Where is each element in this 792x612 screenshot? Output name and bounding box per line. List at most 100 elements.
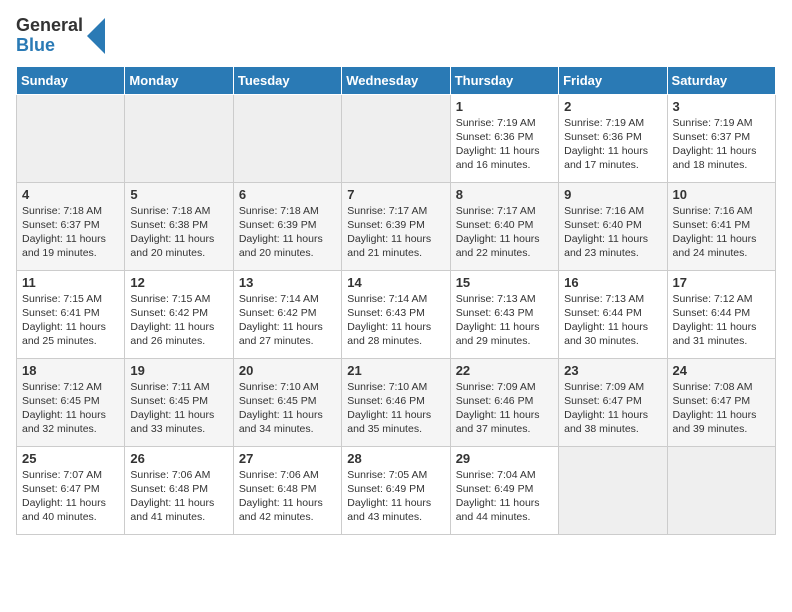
day-of-week-wednesday: Wednesday: [342, 66, 450, 94]
day-cell-5: 5Sunrise: 7:18 AM Sunset: 6:38 PM Daylig…: [125, 182, 233, 270]
day-info: Sunrise: 7:06 AM Sunset: 6:48 PM Dayligh…: [239, 468, 336, 525]
day-cell-7: 7 Sunrise: 7:17 AM Sunset: 6:39 PM Daylig…: [342, 182, 450, 270]
empty-cell: [17, 94, 125, 182]
day-info: Sunrise: 7:19 AM Sunset: 6:36 PM Dayligh…: [564, 116, 661, 173]
day-info: Sunrise: 7:18 AM Sunset: 6:38 PM Dayligh…: [130, 204, 227, 261]
day-of-week-sunday: Sunday: [17, 66, 125, 94]
day-number: 12: [130, 275, 227, 290]
day-cell-9: 9Sunrise: 7:16 AM Sunset: 6:40 PM Daylig…: [559, 182, 667, 270]
day-info: Sunrise: 7:18 AM Sunset: 6:39 PM Dayligh…: [239, 204, 336, 261]
logo: GeneralBlue: [16, 16, 105, 56]
week-row-5: 25 Sunrise: 7:07 AM Sunset: 6:47 PM Dayli…: [17, 446, 776, 534]
day-info: Sunrise: 7:17 AM Sunset: 6:39 PM Dayligh…: [347, 204, 444, 261]
day-of-week-friday: Friday: [559, 66, 667, 94]
day-number: 9: [564, 187, 661, 202]
day-info: Sunrise: 7:09 AM Sunset: 6:46 PM Dayligh…: [456, 380, 553, 437]
day-cell-28: 28Sunrise: 7:05 AM Sunset: 6:49 PM Dayli…: [342, 446, 450, 534]
day-cell-20: 20Sunrise: 7:10 AM Sunset: 6:45 PM Dayli…: [233, 358, 341, 446]
day-of-week-monday: Monday: [125, 66, 233, 94]
day-cell-1: 1 Sunrise: 7:19 AM Sunset: 6:36 PM Daylig…: [450, 94, 558, 182]
week-row-2: 4 Sunrise: 7:18 AM Sunset: 6:37 PM Daylig…: [17, 182, 776, 270]
day-of-week-saturday: Saturday: [667, 66, 775, 94]
day-number: 13: [239, 275, 336, 290]
day-number: 2: [564, 99, 661, 114]
day-info: Sunrise: 7:11 AM Sunset: 6:45 PM Dayligh…: [130, 380, 227, 437]
day-number: 7: [347, 187, 444, 202]
logo-blue: Blue: [16, 36, 83, 56]
day-number: 23: [564, 363, 661, 378]
day-number: 17: [673, 275, 770, 290]
day-info: Sunrise: 7:08 AM Sunset: 6:47 PM Dayligh…: [673, 380, 770, 437]
day-number: 10: [673, 187, 770, 202]
day-cell-2: 2 Sunrise: 7:19 AM Sunset: 6:36 PM Daylig…: [559, 94, 667, 182]
week-row-1: 1 Sunrise: 7:19 AM Sunset: 6:36 PM Daylig…: [17, 94, 776, 182]
day-info: Sunrise: 7:19 AM Sunset: 6:37 PM Dayligh…: [673, 116, 770, 173]
day-number: 16: [564, 275, 661, 290]
day-number: 18: [22, 363, 119, 378]
day-cell-23: 23 Sunrise: 7:09 AM Sunset: 6:47 PM Dayli…: [559, 358, 667, 446]
calendar-table: SundayMondayTuesdayWednesdayThursdayFrid…: [16, 66, 776, 535]
day-cell-22: 22 Sunrise: 7:09 AM Sunset: 6:46 PM Dayli…: [450, 358, 558, 446]
day-info: Sunrise: 7:14 AM Sunset: 6:42 PM Dayligh…: [239, 292, 336, 349]
day-info: Sunrise: 7:15 AM Sunset: 6:41 PM Dayligh…: [22, 292, 119, 349]
day-cell-29: 29 Sunrise: 7:04 AM Sunset: 6:49 PM Dayli…: [450, 446, 558, 534]
day-cell-19: 19 Sunrise: 7:11 AM Sunset: 6:45 PM Dayli…: [125, 358, 233, 446]
day-cell-14: 14Sunrise: 7:14 AM Sunset: 6:43 PM Dayli…: [342, 270, 450, 358]
day-cell-25: 25 Sunrise: 7:07 AM Sunset: 6:47 PM Dayli…: [17, 446, 125, 534]
day-info: Sunrise: 7:12 AM Sunset: 6:45 PM Dayligh…: [22, 380, 119, 437]
day-number: 6: [239, 187, 336, 202]
empty-cell: [342, 94, 450, 182]
logo-triangle-icon: [87, 18, 105, 54]
day-cell-17: 17 Sunrise: 7:12 AM Sunset: 6:44 PM Dayli…: [667, 270, 775, 358]
day-cell-13: 13 Sunrise: 7:14 AM Sunset: 6:42 PM Dayli…: [233, 270, 341, 358]
day-number: 14: [347, 275, 444, 290]
week-row-4: 18 Sunrise: 7:12 AM Sunset: 6:45 PM Dayli…: [17, 358, 776, 446]
day-info: Sunrise: 7:19 AM Sunset: 6:36 PM Dayligh…: [456, 116, 553, 173]
day-cell-6: 6 Sunrise: 7:18 AM Sunset: 6:39 PM Daylig…: [233, 182, 341, 270]
day-cell-8: 8 Sunrise: 7:17 AM Sunset: 6:40 PM Daylig…: [450, 182, 558, 270]
day-cell-21: 21 Sunrise: 7:10 AM Sunset: 6:46 PM Dayli…: [342, 358, 450, 446]
day-info: Sunrise: 7:18 AM Sunset: 6:37 PM Dayligh…: [22, 204, 119, 261]
day-cell-24: 24 Sunrise: 7:08 AM Sunset: 6:47 PM Dayli…: [667, 358, 775, 446]
day-number: 26: [130, 451, 227, 466]
day-number: 22: [456, 363, 553, 378]
day-number: 19: [130, 363, 227, 378]
day-of-week-tuesday: Tuesday: [233, 66, 341, 94]
day-info: Sunrise: 7:06 AM Sunset: 6:48 PM Dayligh…: [130, 468, 227, 525]
day-of-week-thursday: Thursday: [450, 66, 558, 94]
day-info: Sunrise: 7:07 AM Sunset: 6:47 PM Dayligh…: [22, 468, 119, 525]
day-number: 1: [456, 99, 553, 114]
day-info: Sunrise: 7:09 AM Sunset: 6:47 PM Dayligh…: [564, 380, 661, 437]
day-info: Sunrise: 7:10 AM Sunset: 6:46 PM Dayligh…: [347, 380, 444, 437]
day-cell-3: 3Sunrise: 7:19 AM Sunset: 6:37 PM Daylig…: [667, 94, 775, 182]
day-number: 11: [22, 275, 119, 290]
day-number: 24: [673, 363, 770, 378]
logo-text: GeneralBlue: [16, 16, 83, 56]
day-info: Sunrise: 7:12 AM Sunset: 6:44 PM Dayligh…: [673, 292, 770, 349]
day-number: 25: [22, 451, 119, 466]
day-number: 8: [456, 187, 553, 202]
day-cell-18: 18 Sunrise: 7:12 AM Sunset: 6:45 PM Dayli…: [17, 358, 125, 446]
day-cell-16: 16 Sunrise: 7:13 AM Sunset: 6:44 PM Dayli…: [559, 270, 667, 358]
day-number: 27: [239, 451, 336, 466]
day-cell-12: 12Sunrise: 7:15 AM Sunset: 6:42 PM Dayli…: [125, 270, 233, 358]
day-number: 15: [456, 275, 553, 290]
day-cell-26: 26 Sunrise: 7:06 AM Sunset: 6:48 PM Dayli…: [125, 446, 233, 534]
day-cell-27: 27 Sunrise: 7:06 AM Sunset: 6:48 PM Dayli…: [233, 446, 341, 534]
day-info: Sunrise: 7:17 AM Sunset: 6:40 PM Dayligh…: [456, 204, 553, 261]
empty-cell: [125, 94, 233, 182]
day-cell-4: 4 Sunrise: 7:18 AM Sunset: 6:37 PM Daylig…: [17, 182, 125, 270]
day-number: 20: [239, 363, 336, 378]
day-info: Sunrise: 7:04 AM Sunset: 6:49 PM Dayligh…: [456, 468, 553, 525]
day-info: Sunrise: 7:13 AM Sunset: 6:43 PM Dayligh…: [456, 292, 553, 349]
logo-general: General: [16, 16, 83, 36]
day-number: 21: [347, 363, 444, 378]
day-info: Sunrise: 7:16 AM Sunset: 6:41 PM Dayligh…: [673, 204, 770, 261]
empty-cell: [667, 446, 775, 534]
day-info: Sunrise: 7:05 AM Sunset: 6:49 PM Dayligh…: [347, 468, 444, 525]
day-info: Sunrise: 7:13 AM Sunset: 6:44 PM Dayligh…: [564, 292, 661, 349]
day-cell-15: 15 Sunrise: 7:13 AM Sunset: 6:43 PM Dayli…: [450, 270, 558, 358]
day-number: 4: [22, 187, 119, 202]
day-number: 29: [456, 451, 553, 466]
day-cell-10: 10 Sunrise: 7:16 AM Sunset: 6:41 PM Dayli…: [667, 182, 775, 270]
